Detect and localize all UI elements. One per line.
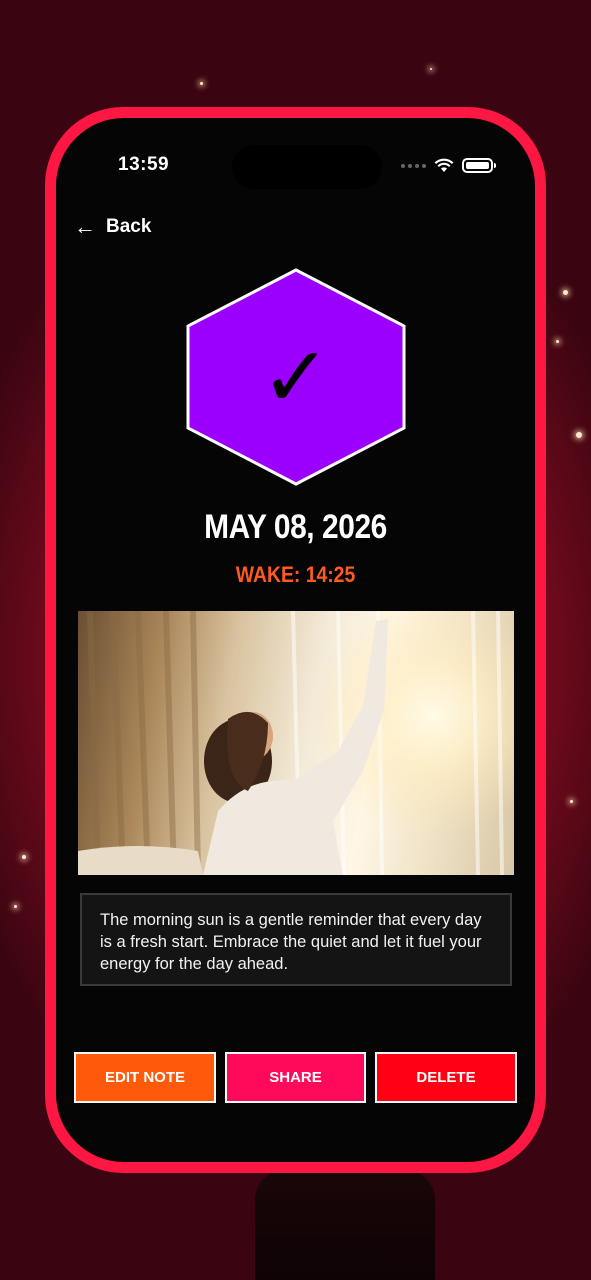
phone-frame: 13:59 ← Back ✓ MAY 08, 2026 WAKE: 14:25 xyxy=(45,107,546,1173)
wake-time: WAKE: 14:25 xyxy=(235,562,356,587)
note-text: The morning sun is a gentle reminder tha… xyxy=(100,911,482,973)
background-sparkle xyxy=(14,905,17,908)
background-sparkle xyxy=(200,82,203,85)
share-button[interactable]: SHARE xyxy=(225,1052,366,1103)
photo-illustration xyxy=(78,611,514,875)
phone-screen: 13:59 ← Back ✓ MAY 08, 2026 WAKE: 14:25 xyxy=(56,118,535,1162)
background-sparkle xyxy=(570,800,573,803)
completion-badge: ✓ xyxy=(186,268,406,486)
signal-icon xyxy=(401,163,426,168)
hand-silhouette xyxy=(255,1170,435,1280)
wifi-icon xyxy=(434,158,454,172)
battery-icon xyxy=(462,158,496,173)
status-icons xyxy=(401,158,496,173)
delete-button[interactable]: DELETE xyxy=(375,1052,517,1103)
background-sparkle xyxy=(430,68,432,70)
dynamic-island xyxy=(232,145,382,189)
note-box: The morning sun is a gentle reminder tha… xyxy=(80,893,512,986)
background-sparkle xyxy=(576,432,582,438)
status-time: 13:59 xyxy=(118,154,170,175)
checkmark-icon: ✓ xyxy=(261,328,331,426)
entry-date: MAY 08, 2026 xyxy=(204,508,387,546)
entry-photo xyxy=(78,611,514,875)
back-button[interactable]: ← Back xyxy=(74,214,151,240)
back-label: Back xyxy=(106,216,152,237)
edit-note-button[interactable]: EDIT NOTE xyxy=(74,1052,216,1103)
arrow-left-icon: ← xyxy=(74,214,96,239)
background-sparkle xyxy=(22,855,26,859)
background-sparkle xyxy=(563,290,568,295)
background-sparkle xyxy=(556,340,559,343)
